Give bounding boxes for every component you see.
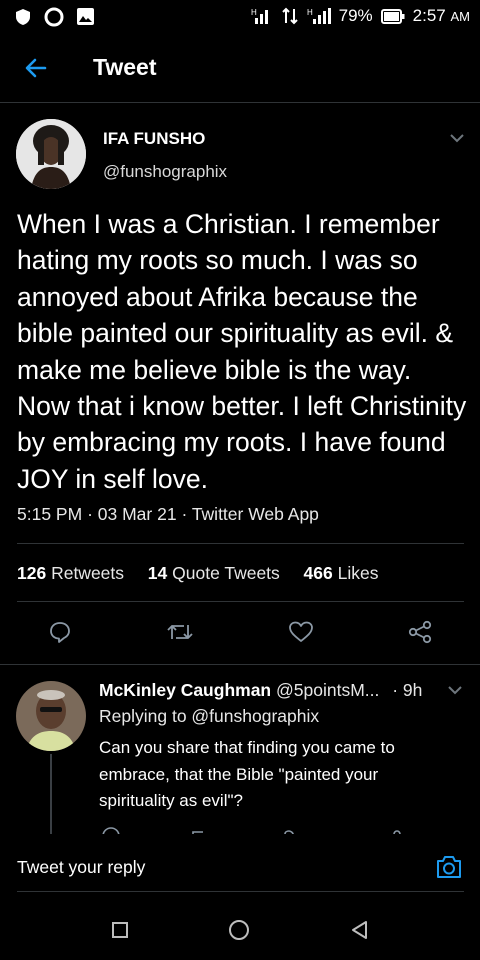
svg-text:H: H <box>307 8 313 17</box>
reply-author-handle[interactable]: @5pointsM... <box>276 680 379 700</box>
author-handle[interactable]: @funshographix <box>103 162 227 182</box>
replying-to[interactable]: Replying to @funshographix <box>99 706 319 727</box>
signal-1-icon: H <box>251 7 273 25</box>
tweet-time: 5:15 PM <box>17 504 83 524</box>
reply-time: · 9h <box>392 680 423 700</box>
back-triangle-icon[interactable] <box>350 920 370 940</box>
shield-icon <box>16 9 30 25</box>
divider <box>17 543 464 544</box>
tweet-meta: 5:15 PM · 03 Mar 21 · Twitter Web App <box>17 504 319 525</box>
reply-input[interactable]: Tweet your reply <box>17 857 145 878</box>
top-app-bar: Tweet <box>0 34 480 103</box>
data-transfer-icon <box>281 7 299 25</box>
retweets-label: Retweets <box>51 563 125 583</box>
clock: 2:57 AM <box>413 6 470 26</box>
author-avatar[interactable] <box>16 119 86 189</box>
reply-icon[interactable] <box>48 620 72 644</box>
back-arrow-icon[interactable] <box>24 56 48 80</box>
recents-square-icon[interactable] <box>111 921 129 939</box>
retweets-count: 126 <box>17 563 47 583</box>
author-name[interactable]: IFA FUNSHO <box>103 129 205 149</box>
likes-count: 466 <box>303 563 333 583</box>
quote-tweets-count: 14 <box>147 563 168 583</box>
signal-2-icon: H <box>307 7 331 25</box>
opera-icon <box>44 7 64 27</box>
status-bar: H H 79% 2:57 AM <box>0 0 480 34</box>
retweet-icon[interactable] <box>166 620 194 644</box>
clock-time: 2:57 <box>412 6 446 25</box>
reply-author-avatar[interactable] <box>16 681 86 751</box>
chevron-down-icon[interactable] <box>449 132 465 144</box>
compose-divider <box>17 891 464 892</box>
home-circle-icon[interactable] <box>228 919 250 941</box>
clock-ampm: AM <box>450 9 471 24</box>
share-icon[interactable] <box>407 620 433 644</box>
battery-percent: 79% <box>338 6 373 25</box>
battery-icon <box>380 8 405 24</box>
tweet-source[interactable]: Twitter Web App <box>192 504 319 524</box>
reply-compose-bar: Tweet your reply <box>0 834 480 896</box>
page-title: Tweet <box>93 54 157 80</box>
system-nav-bar <box>0 896 480 960</box>
quote-tweets-label: Quote Tweets <box>172 563 280 583</box>
reply-header: McKinley Caughman @5pointsM... · 9h <box>99 680 422 701</box>
svg-text:H: H <box>251 8 257 17</box>
meta-separator: · <box>87 504 93 524</box>
reply-author-name[interactable]: McKinley Caughman <box>99 680 271 700</box>
divider <box>17 601 464 602</box>
reply-chevron-down-icon[interactable] <box>447 684 463 696</box>
likes-stat[interactable]: 466 Likes <box>304 563 379 583</box>
retweets-stat[interactable]: 126 Retweets <box>17 563 124 583</box>
tweet-date: 03 Mar 21 <box>97 504 177 524</box>
gallery-icon <box>77 8 94 25</box>
tweet-stats: 126 Retweets 14 Quote Tweets 466 Likes <box>17 563 378 584</box>
divider <box>0 664 480 665</box>
tweet-text: When I was a Christian. I remember hatin… <box>17 209 467 494</box>
meta-separator: · <box>181 504 188 524</box>
likes-label: Likes <box>337 563 379 583</box>
quote-tweets-stat[interactable]: 14 Quote Tweets <box>148 563 280 583</box>
thread-line <box>50 754 52 834</box>
camera-icon[interactable] <box>435 854 463 880</box>
status-right: H H 79% 2:57 AM <box>251 6 470 26</box>
like-heart-icon[interactable] <box>288 620 314 644</box>
tweet-actions <box>0 610 480 656</box>
reply-text: Can you share that finding you came to e… <box>99 738 395 810</box>
